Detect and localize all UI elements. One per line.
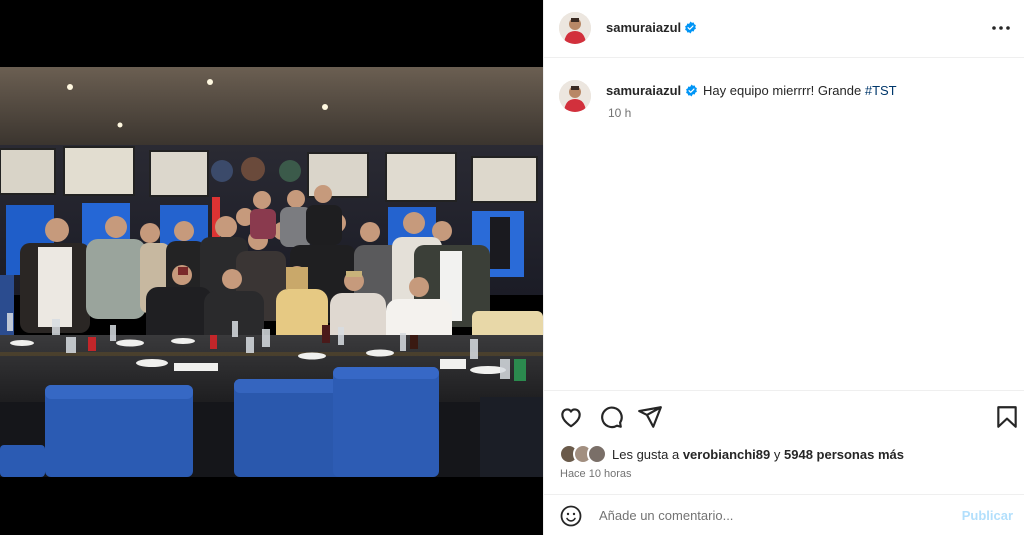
caption-avatar[interactable] bbox=[559, 80, 591, 112]
share-icon[interactable] bbox=[637, 404, 663, 430]
comment-input[interactable] bbox=[599, 505, 939, 525]
heart-icon[interactable] bbox=[558, 404, 584, 430]
hashtag-link[interactable]: #TST bbox=[865, 83, 897, 98]
verified-badge-icon bbox=[686, 84, 697, 97]
verified-badge-icon bbox=[685, 21, 696, 34]
action-bar: Les gusta a verobianchi89 y 5948 persona… bbox=[544, 390, 1024, 494]
liked-by-avatars[interactable] bbox=[559, 444, 609, 464]
emoji-icon[interactable] bbox=[559, 504, 583, 528]
likes-summary: Les gusta a verobianchi89 y 5948 persona… bbox=[612, 447, 904, 462]
post-media[interactable] bbox=[0, 0, 543, 535]
publish-button[interactable]: Publicar bbox=[962, 508, 1013, 523]
liker-username[interactable]: verobianchi89 bbox=[683, 447, 770, 462]
comment-bar: Publicar bbox=[544, 494, 1024, 535]
caption-body: Hay equipo mierrrr! Grande bbox=[703, 83, 865, 98]
more-options-icon[interactable] bbox=[989, 18, 1013, 38]
posted-time[interactable]: Hace 10 horas bbox=[560, 468, 632, 480]
likes-count-link[interactable]: 5948 personas más bbox=[784, 447, 904, 462]
avatar[interactable] bbox=[559, 12, 591, 44]
caption-username[interactable]: samuraiazul bbox=[606, 83, 681, 98]
comment-icon[interactable] bbox=[598, 404, 624, 430]
avatar bbox=[587, 444, 607, 464]
username[interactable]: samuraiazul bbox=[606, 20, 681, 35]
caption-text: Hay equipo mierrrr! Grande #TST bbox=[703, 83, 897, 98]
post-header: samuraiazul bbox=[544, 0, 1024, 58]
bookmark-icon[interactable] bbox=[994, 404, 1020, 430]
post-panel: samuraiazul samuraiazul Hay equipo mierr… bbox=[543, 0, 1024, 535]
likes-middle: y bbox=[770, 447, 784, 462]
likes-prefix: Les gusta a bbox=[612, 447, 683, 462]
caption-timestamp[interactable]: 10 h bbox=[608, 106, 631, 120]
group-photo[interactable] bbox=[0, 67, 543, 477]
